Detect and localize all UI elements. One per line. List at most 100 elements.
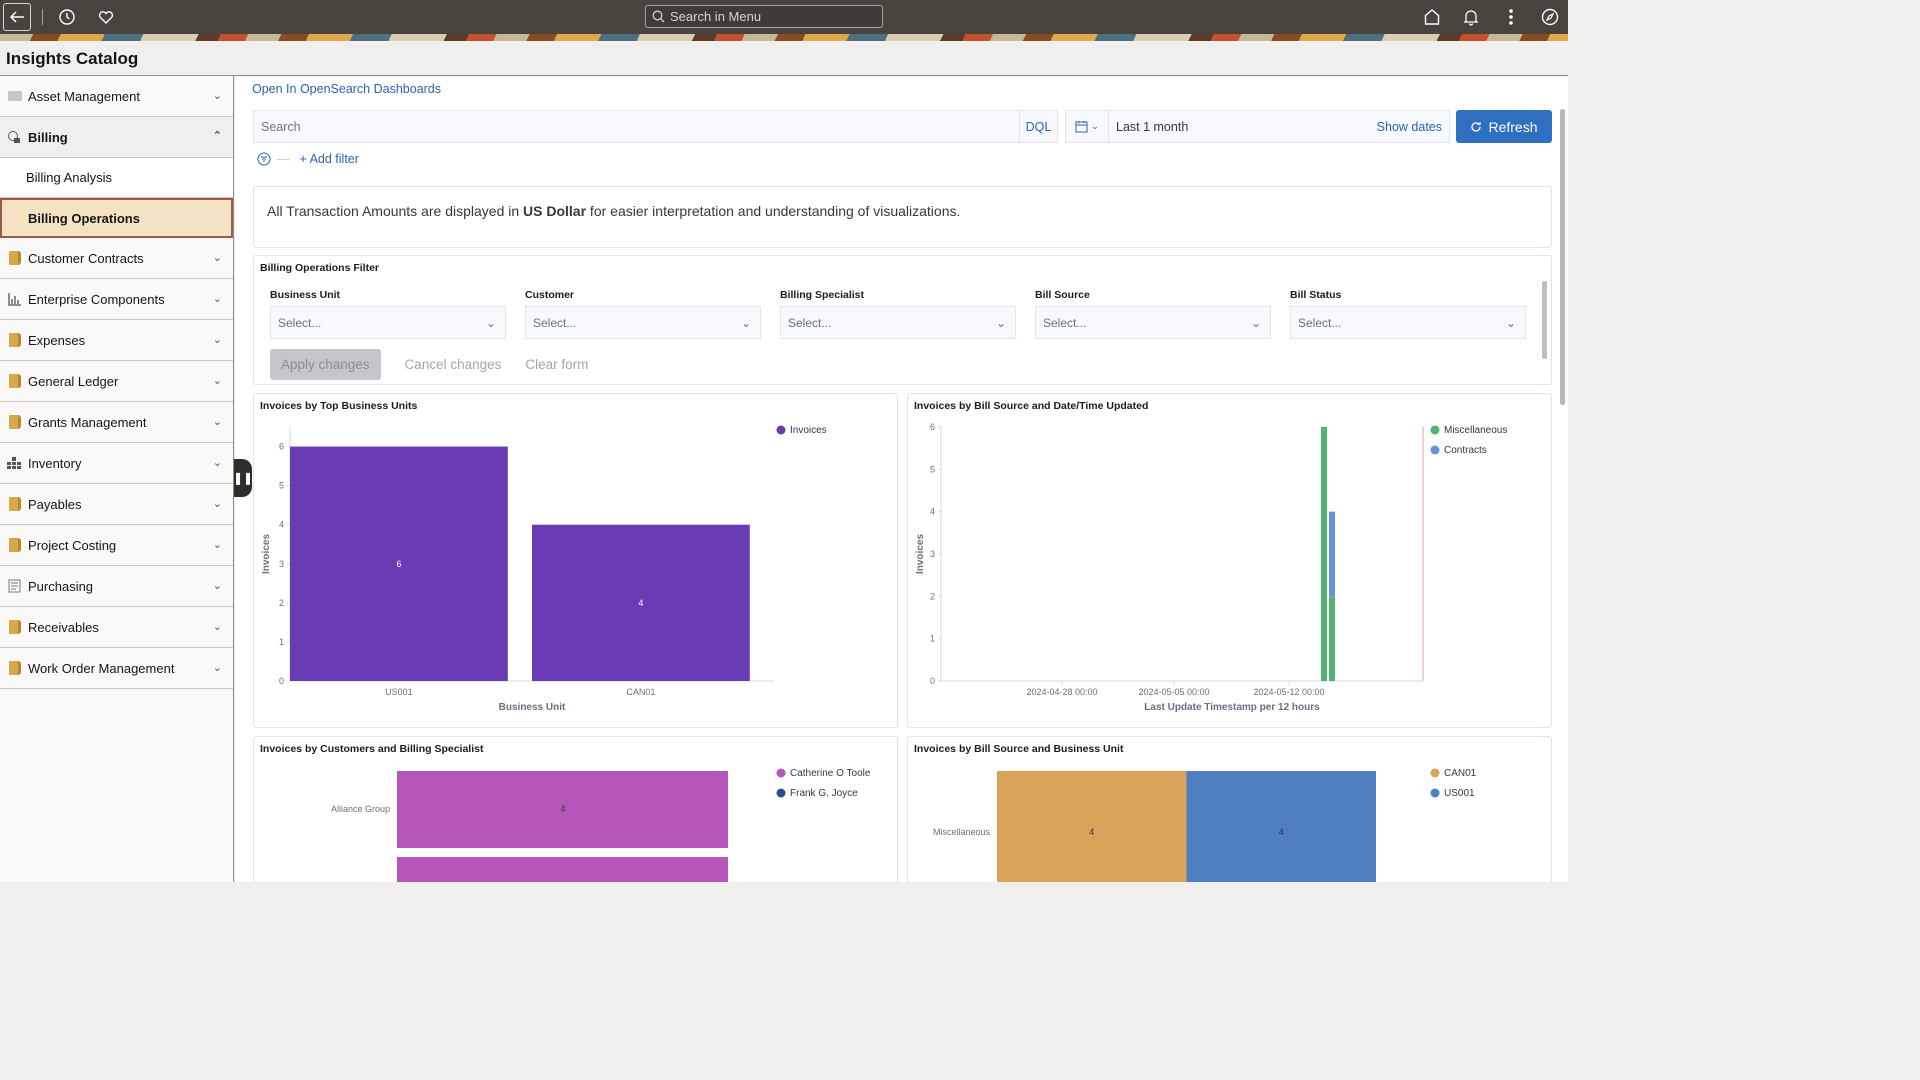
bill-source-field: Bill Source Select... ⌄	[1035, 289, 1271, 339]
x-tick-label: 2024-05-05 00:00	[1138, 687, 1209, 697]
sidebar-item-general-ledger[interactable]: General Ledger ⌄	[0, 361, 233, 402]
legend-label: US001	[1444, 788, 1475, 799]
sidebar-item-inventory[interactable]: Inventory ⌄	[0, 443, 233, 484]
filter-options-icon[interactable]	[257, 152, 271, 166]
panel-title: Billing Operations Filter	[260, 262, 380, 274]
sidebar-collapse-handle[interactable]: ❚❚	[233, 459, 253, 497]
y-axis-title: Invoices	[915, 534, 926, 574]
folder-icon	[7, 415, 22, 430]
favorites-button[interactable]	[92, 3, 120, 31]
field-label: Business Unit	[270, 289, 341, 301]
sidebar-subitem-billing-analysis[interactable]: Billing Analysis	[0, 158, 233, 198]
billing-operations-filter-panel: Billing Operations Filter Business Unit …	[253, 255, 1552, 385]
sidebar-item-customer-contracts[interactable]: Customer Contracts ⌄	[0, 238, 233, 279]
sidebar-item-payables[interactable]: Payables ⌄	[0, 484, 233, 525]
billing-specialist-select[interactable]: Select... ⌄	[780, 306, 1016, 339]
top-bar: Search in Menu	[0, 0, 1568, 34]
sidebar-item-work-order-management[interactable]: Work Order Management ⌄	[0, 648, 233, 689]
sidebar-item-grants-management[interactable]: Grants Management ⌄	[0, 402, 233, 443]
y-tick-label: Alliance Group	[331, 804, 390, 814]
decorative-banner	[0, 34, 1568, 41]
search-menu-input[interactable]: Search in Menu	[645, 5, 883, 28]
apply-changes-button[interactable]: Apply changes	[270, 349, 381, 380]
notifications-button[interactable]	[1457, 3, 1485, 31]
refresh-button[interactable]: Refresh	[1456, 110, 1552, 143]
query-language-button[interactable]: DQL	[1019, 111, 1057, 142]
chevron-down-icon: ⌄	[212, 539, 222, 551]
page-header: Insights Catalog	[0, 41, 1568, 76]
more-options-button[interactable]	[1497, 3, 1525, 31]
history-button[interactable]	[53, 3, 81, 31]
folder-icon	[7, 620, 22, 635]
sidebar-item-label: Work Order Management	[28, 660, 175, 676]
business-unit-select[interactable]: Select... ⌄	[270, 306, 506, 339]
navigator-button[interactable]	[1536, 3, 1564, 31]
chevron-up-icon: ⌃	[212, 130, 222, 142]
open-in-opensearch-link[interactable]: Open In OpenSearch Dashboards	[252, 82, 441, 96]
chart-title: Invoices by Bill Source and Date/Time Up…	[914, 400, 1149, 412]
sidebar-item-expenses[interactable]: Expenses ⌄	[0, 320, 233, 361]
add-filter-button[interactable]: + Add filter	[300, 152, 359, 166]
favorites-heart-icon	[98, 11, 114, 24]
legend-label: Contracts	[1444, 445, 1487, 456]
bar-next-partial	[397, 857, 728, 882]
y-tick-label: 2	[279, 598, 284, 608]
back-button[interactable]	[3, 3, 31, 31]
note-text: All Transaction Amounts are displayed in	[267, 203, 524, 219]
page-title: Insights Catalog	[6, 49, 139, 68]
bar-miscellaneous	[1321, 427, 1327, 681]
bill-status-select[interactable]: Select... ⌄	[1290, 306, 1526, 339]
y-tick-label: 0	[930, 676, 935, 686]
y-tick-label: 1	[279, 637, 284, 647]
business-unit-field: Business Unit Select... ⌄	[270, 289, 506, 339]
sidebar-item-project-costing[interactable]: Project Costing ⌄	[0, 525, 233, 566]
sidebar-item-label: Project Costing	[28, 537, 117, 553]
sidebar-item-receivables[interactable]: Receivables ⌄	[0, 607, 233, 648]
sidebar-item-label: Grants Management	[28, 414, 147, 430]
refresh-label: Refresh	[1488, 118, 1538, 135]
legend-label: CAN01	[1444, 768, 1477, 779]
note-text-suffix: for easier interpretation and understand…	[586, 203, 961, 219]
cancel-changes-button[interactable]: Cancel changes	[405, 357, 502, 372]
sidebar-item-label: Inventory	[28, 455, 82, 471]
bar-value-label: 4	[560, 804, 565, 814]
bill-source-select[interactable]: Select... ⌄	[1035, 306, 1271, 339]
bar-value-label: 4	[638, 598, 643, 608]
sidebar-item-label: Billing	[28, 129, 68, 145]
more-options-icon	[1509, 9, 1513, 25]
refresh-icon	[1471, 121, 1482, 132]
home-button[interactable]	[1418, 3, 1446, 31]
bar-chart-bill-source-date: 0 1 2 3 4 5 6 2024-04-28 00:00 2024-05-05 00:00 2…	[915, 422, 1507, 713]
search-input[interactable]	[254, 111, 1019, 142]
main-scrollbar[interactable]	[1560, 109, 1565, 405]
folder-icon	[7, 374, 22, 389]
show-dates-link[interactable]: Show dates	[1377, 120, 1449, 134]
sidebar-item-billing[interactable]: Billing ⌃	[0, 117, 233, 158]
filter-panel-scrollbar[interactable]	[1542, 281, 1547, 359]
clear-form-button[interactable]: Clear form	[525, 357, 588, 372]
date-range-value[interactable]: Last 1 month	[1109, 120, 1377, 134]
sidebar-subitem-billing-operations[interactable]: Billing Operations	[0, 198, 233, 238]
sidebar-item-label: Receivables	[28, 619, 99, 635]
field-label: Billing Specialist	[780, 289, 865, 301]
sidebar-item-asset-management[interactable]: Asset Management ⌄	[0, 76, 233, 117]
chart-panel-bill-source-business-unit: Invoices by Bill Source and Business Uni…	[907, 736, 1552, 882]
hbar-chart-customers-specialist: Alliance Group 4 Catherine O Toole Frank G.…	[331, 768, 871, 882]
y-tick-label: 0	[279, 676, 284, 686]
chart-panel-customers-specialist: Invoices by Customers and Billing Specia…	[253, 736, 898, 882]
quick-date-menu-button[interactable]: ⌄	[1066, 111, 1109, 142]
sidebar-item-purchasing[interactable]: Purchasing ⌄	[0, 566, 233, 607]
folder-icon	[7, 538, 22, 553]
sidebar-subitem-label: Billing Operations	[28, 210, 140, 226]
sidebar-item-label: Customer Contracts	[28, 250, 144, 266]
x-tick-label: 2024-04-28 00:00	[1026, 687, 1097, 697]
chevron-down-icon: ⌄	[1505, 315, 1516, 330]
chart-panel-bill-source-date: Invoices by Bill Source and Date/Time Up…	[907, 393, 1552, 728]
y-tick-label: 1	[930, 634, 935, 644]
bar-chart-business-units: 0 1 2 3 4 5 6 6 US001 4 CAN01 Business Unit Invoices…	[261, 425, 827, 713]
folder-icon	[7, 251, 22, 266]
sidebar-item-enterprise-components[interactable]: Enterprise Components ⌄	[0, 279, 233, 320]
query-bar: DQL	[253, 110, 1058, 143]
back-arrow-icon	[9, 11, 24, 23]
customer-select[interactable]: Select... ⌄	[525, 306, 761, 339]
